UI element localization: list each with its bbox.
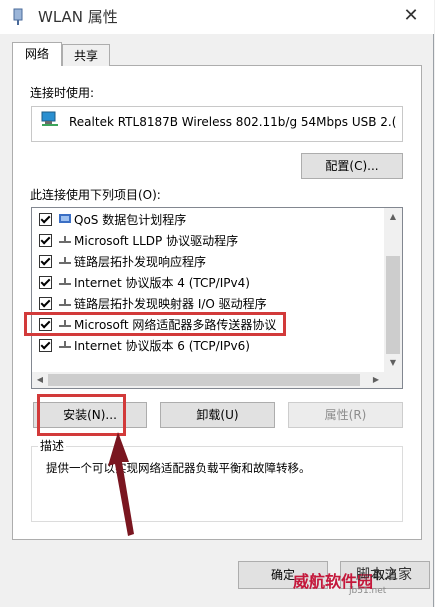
properties-button[interactable]: 属性(R)	[288, 402, 403, 428]
highlight-box-item	[24, 312, 286, 336]
scroll-right-icon[interactable]: ▶	[368, 375, 384, 384]
uninstall-button[interactable]: 卸载(U)	[160, 402, 275, 428]
highlight-box-install	[37, 394, 126, 436]
tab-network[interactable]: 网络	[12, 42, 62, 66]
checkbox[interactable]	[39, 234, 52, 247]
list-item[interactable]: 链路层拓扑发现映射器 I/O 驱动程序	[33, 293, 373, 314]
horizontal-scroll-thumb[interactable]	[48, 374, 360, 386]
checkbox[interactable]	[39, 297, 52, 310]
watermark-url: jb51.net	[349, 586, 387, 596]
window-title: WLAN 属性	[38, 8, 118, 26]
item-label: Internet 协议版本 6 (TCP/IPv6)	[74, 339, 250, 353]
list-item[interactable]: Microsoft LLDP 协议驱动程序	[33, 230, 373, 251]
item-label: QoS 数据包计划程序	[74, 213, 187, 227]
item-label: 链路层拓扑发现映射器 I/O 驱动程序	[74, 297, 267, 311]
protocol-icon	[59, 299, 71, 306]
checkbox[interactable]	[39, 276, 52, 289]
tab-sharing[interactable]: 共享	[62, 44, 110, 66]
checkbox[interactable]	[39, 339, 52, 352]
scroll-down-icon[interactable]: ▼	[385, 358, 401, 367]
list-item[interactable]: Internet 协议版本 6 (TCP/IPv6)	[33, 335, 373, 356]
qos-icon	[59, 214, 71, 223]
protocol-icon	[59, 278, 71, 285]
scroll-up-icon[interactable]: ▲	[385, 212, 401, 221]
list-item[interactable]: 链路层拓扑发现响应程序	[33, 251, 373, 272]
vertical-scroll-thumb[interactable]	[386, 256, 400, 354]
list-item[interactable]: Internet 协议版本 4 (TCP/IPv4)	[33, 272, 373, 293]
item-label: 链路层拓扑发现响应程序	[74, 255, 207, 269]
protocol-icon	[59, 341, 71, 348]
configure-button[interactable]: 配置(C)...	[301, 153, 403, 179]
description-group	[31, 446, 403, 522]
checkbox[interactable]	[39, 213, 52, 226]
description-text: 提供一个可以实现网络适配器负载平衡和故障转移。	[46, 461, 311, 475]
items-label: 此连接使用下列项目(O):	[30, 188, 161, 202]
list-item[interactable]: QoS 数据包计划程序	[33, 209, 373, 230]
item-label: Internet 协议版本 4 (TCP/IPv4)	[74, 276, 250, 290]
close-button[interactable]: ✕	[396, 2, 426, 30]
scroll-left-icon[interactable]: ◀	[32, 375, 48, 384]
connect-using-label: 连接时使用:	[30, 86, 95, 100]
checkbox[interactable]	[39, 255, 52, 268]
watermark-site-name: 脚本之家	[356, 567, 412, 583]
protocol-icon	[59, 236, 71, 243]
network-adapter-icon	[41, 111, 58, 126]
description-title: 描述	[38, 437, 67, 454]
wlan-icon	[13, 8, 23, 25]
adapter-name: Realtek RTL8187B Wireless 802.11b/g 54Mb…	[69, 115, 397, 129]
annotation-arrow-icon	[108, 432, 134, 536]
item-label: Microsoft LLDP 协议驱动程序	[74, 234, 239, 248]
protocol-icon	[59, 257, 71, 264]
